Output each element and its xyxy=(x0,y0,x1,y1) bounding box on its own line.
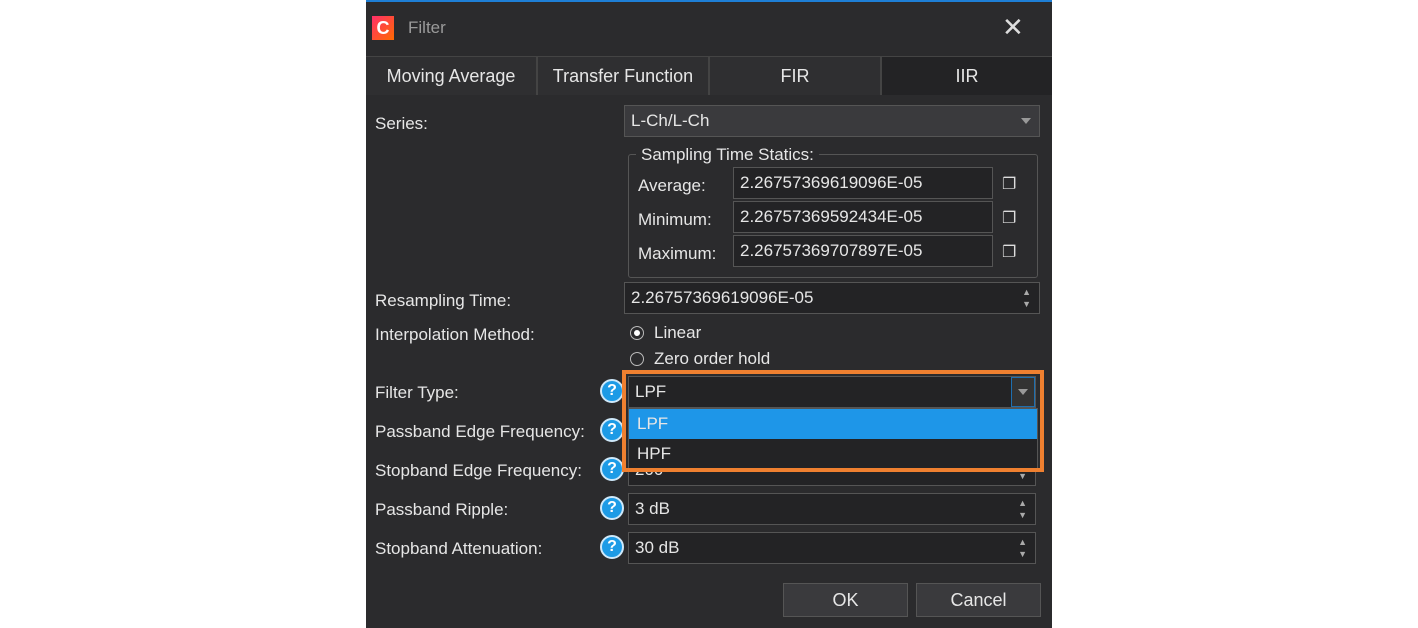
radio-linear[interactable] xyxy=(630,326,644,340)
tab-fir[interactable]: FIR xyxy=(710,57,882,95)
tab-moving-average[interactable]: Moving Average xyxy=(366,57,538,95)
tab-iir[interactable]: IIR xyxy=(882,57,1052,95)
filter-dialog: C Filter ✕ Moving Average Transfer Funct… xyxy=(366,0,1052,628)
tab-transfer-function[interactable]: Transfer Function xyxy=(538,57,710,95)
stopband-atten-spinbox[interactable]: 30 dB ▲ ▼ xyxy=(628,532,1036,564)
close-icon[interactable]: ✕ xyxy=(1002,12,1024,43)
minimum-field[interactable]: 2.26757369592434E-05 xyxy=(733,201,993,233)
spin-arrows-icon[interactable]: ▲▼ xyxy=(1018,536,1027,560)
spin-arrows-icon[interactable]: ▲▼ xyxy=(1018,497,1027,521)
passband-ripple-spinbox[interactable]: 3 dB ▲ ▼ xyxy=(628,493,1036,525)
stopband-edge-label: Stopband Edge Frequency: xyxy=(375,461,582,480)
help-icon[interactable]: ? xyxy=(600,535,624,559)
radio-linear-label: Linear xyxy=(654,323,702,342)
passband-ripple-label: Passband Ripple: xyxy=(375,500,509,519)
average-field[interactable]: 2.26757369619096E-05 xyxy=(733,167,993,199)
window-title: Filter xyxy=(408,18,446,37)
spin-arrows-icon[interactable]: ▲▼ xyxy=(1022,286,1031,310)
copy-icon[interactable]: ❐ xyxy=(1002,174,1016,194)
filter-type-label: Filter Type: xyxy=(375,383,459,402)
radio-zero-order-hold-label: Zero order hold xyxy=(654,349,771,368)
chevron-down-icon xyxy=(1021,118,1031,124)
series-label: Series: xyxy=(375,114,428,133)
help-icon[interactable]: ? xyxy=(600,457,624,481)
cancel-button[interactable]: Cancel xyxy=(916,583,1041,617)
passband-ripple-value: 3 dB xyxy=(635,499,670,518)
resampling-spinbox[interactable]: 2.26757369619096E-05 ▲ ▼ xyxy=(624,282,1040,314)
copy-icon[interactable]: ❐ xyxy=(1002,242,1016,262)
maximum-field[interactable]: 2.26757369707897E-05 xyxy=(733,235,993,267)
series-select[interactable]: L-Ch/L-Ch xyxy=(624,105,1040,137)
help-icon[interactable]: ? xyxy=(600,496,624,520)
resampling-value: 2.26757369619096E-05 xyxy=(631,288,814,307)
highlight-box xyxy=(622,370,1044,472)
minimum-label: Minimum: xyxy=(638,210,712,229)
resampling-label: Resampling Time: xyxy=(375,291,512,310)
passband-edge-label: Passband Edge Frequency: xyxy=(375,422,585,441)
copy-icon[interactable]: ❐ xyxy=(1002,208,1016,228)
stopband-atten-label: Stopband Attenuation: xyxy=(375,539,543,558)
tab-bar: Moving Average Transfer Function FIR IIR xyxy=(366,56,1052,95)
radio-zero-order-hold[interactable] xyxy=(630,352,644,366)
series-value: L-Ch/L-Ch xyxy=(631,111,710,130)
maximum-label: Maximum: xyxy=(638,244,717,263)
app-logo: C xyxy=(372,16,394,40)
average-label: Average: xyxy=(638,176,706,195)
interpolation-label: Interpolation Method: xyxy=(375,325,535,344)
help-icon[interactable]: ? xyxy=(600,418,624,442)
stopband-atten-value: 30 dB xyxy=(635,538,680,557)
help-icon[interactable]: ? xyxy=(600,379,624,403)
ok-button[interactable]: OK xyxy=(783,583,908,617)
sampling-title: Sampling Time Statics: xyxy=(636,145,819,165)
